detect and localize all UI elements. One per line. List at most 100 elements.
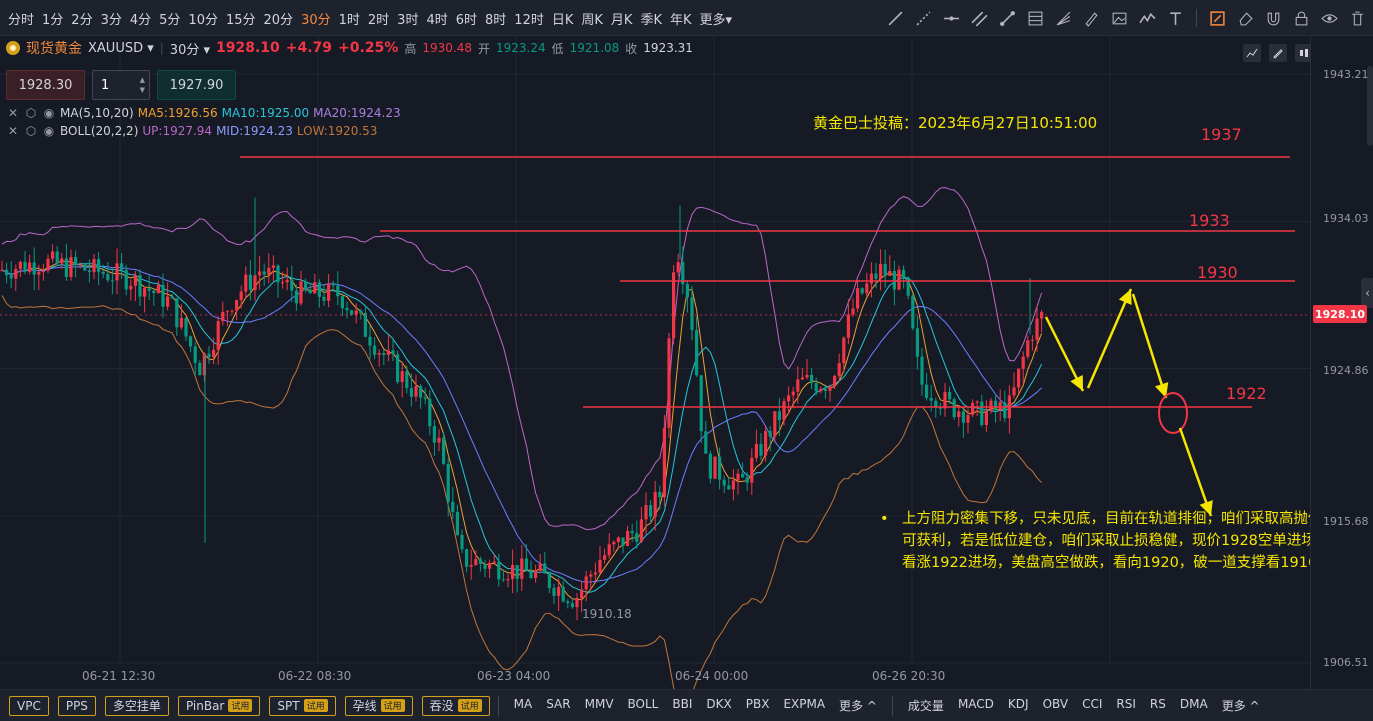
main-indicator-7[interactable]: EXPMA	[776, 697, 832, 714]
main-indicator-4[interactable]: BBI	[665, 697, 699, 714]
sub-indicator-8[interactable]: 更多 ^	[1215, 697, 1267, 714]
period-0[interactable]: 分时	[4, 9, 38, 28]
fan-icon[interactable]	[1054, 9, 1073, 28]
sub-indicator-3[interactable]: OBV	[1036, 697, 1076, 714]
eye-icon[interactable]: ◉	[42, 124, 56, 138]
chart-style-icon[interactable]	[1243, 44, 1261, 62]
signal-tag-3[interactable]: PinBar 试用	[177, 695, 261, 716]
magnet-icon[interactable]	[1264, 9, 1283, 28]
period-8[interactable]: 20分	[260, 9, 298, 28]
brush-icon[interactable]	[1082, 9, 1101, 28]
toolbar-divider	[1196, 9, 1197, 27]
close-icon[interactable]: ✕	[6, 124, 20, 138]
main-indicator-2[interactable]: MMV	[578, 697, 621, 714]
main-indicator-3[interactable]: BOLL	[621, 697, 666, 714]
sub-indicator-7[interactable]: DMA	[1173, 697, 1215, 714]
signal-tag-6[interactable]: 吞没 试用	[421, 695, 490, 716]
ray-line-icon[interactable]	[914, 9, 933, 28]
period-14[interactable]: 6时	[452, 9, 481, 28]
interval-selector[interactable]: 30分 ▾	[170, 39, 210, 58]
sub-indicator-5[interactable]: RSI	[1109, 697, 1143, 714]
sell-button[interactable]: 1928.30	[6, 70, 85, 100]
main-indicator-0[interactable]: MA	[507, 697, 540, 714]
forecast-arrow-3	[1131, 293, 1168, 399]
stepper-arrows-icon[interactable]: ▲ ▼	[140, 75, 145, 95]
period-16[interactable]: 12时	[510, 9, 548, 28]
signal-tag-4[interactable]: SPT 试用	[269, 695, 336, 716]
fibonacci-icon[interactable]	[1026, 9, 1045, 28]
main-indicator-6[interactable]: PBX	[739, 697, 777, 714]
candle-body	[731, 480, 735, 490]
period-3[interactable]: 3分	[97, 9, 126, 28]
text-tool-icon[interactable]	[1166, 9, 1185, 28]
sub-indicator-6[interactable]: RS	[1143, 697, 1173, 714]
trend-line-icon[interactable]	[886, 9, 905, 28]
eye-icon[interactable]: ◉	[42, 106, 56, 120]
candle-body	[529, 570, 533, 578]
period-6[interactable]: 10分	[184, 9, 222, 28]
period-19[interactable]: 月K	[607, 9, 637, 28]
main-indicator-5[interactable]: DKX	[699, 697, 738, 714]
period-5[interactable]: 5分	[155, 9, 184, 28]
price-axis[interactable]: 1943.21 1934.03 1924.86 1915.68 1906.51 …	[1310, 36, 1373, 689]
period-17[interactable]: 日K	[548, 9, 578, 28]
quantity-stepper[interactable]: 1 ▲ ▼	[92, 70, 150, 100]
visibility-icon[interactable]	[1320, 9, 1339, 28]
eraser-icon[interactable]	[1236, 9, 1255, 28]
main-indicator-1[interactable]: SAR	[539, 697, 577, 714]
period-7[interactable]: 15分	[222, 9, 260, 28]
period-12[interactable]: 3时	[393, 9, 422, 28]
close-icon[interactable]: ✕	[6, 106, 20, 120]
time-axis[interactable]: 06-21 12:30 06-22 08:30 06-23 04:00 06-2…	[0, 664, 1310, 688]
candle-body	[64, 258, 68, 277]
candle-body	[133, 275, 137, 286]
period-1[interactable]: 1分	[38, 9, 67, 28]
symbol-name[interactable]: 现货黄金	[26, 38, 82, 58]
signal-tag-2[interactable]: 多空挂单	[104, 695, 169, 716]
edit-drawing-icon[interactable]	[1208, 9, 1227, 28]
boll-indicator-name[interactable]: BOLL(20,2,2)	[60, 124, 138, 138]
period-4[interactable]: 4分	[126, 9, 155, 28]
period-20[interactable]: 季K	[636, 9, 666, 28]
segment-icon[interactable]	[998, 9, 1017, 28]
candle-body	[911, 295, 915, 329]
symbol-code[interactable]: XAUUSD ▾	[88, 41, 154, 56]
main-indicator-8[interactable]: 更多 ^	[832, 697, 884, 714]
pattern-icon[interactable]	[1138, 9, 1157, 28]
signal-tag-0[interactable]: VPC	[9, 695, 49, 716]
horizontal-line-icon[interactable]	[942, 9, 961, 28]
period-2[interactable]: 2分	[67, 9, 96, 28]
candle-body	[943, 392, 947, 409]
candle-body	[828, 386, 832, 391]
period-21[interactable]: 年K	[666, 9, 696, 28]
time-tick: 06-26 20:30	[872, 669, 946, 683]
period-10[interactable]: 1时	[335, 9, 364, 28]
sub-indicator-2[interactable]: KDJ	[1001, 697, 1036, 714]
pencil-icon[interactable]	[1269, 44, 1287, 62]
period-22[interactable]: 更多▾	[696, 9, 737, 28]
sub-indicator-0[interactable]: 成交量	[901, 697, 951, 714]
settings-icon[interactable]: ⬡	[24, 124, 38, 138]
collapse-panel-icon[interactable]: ‹	[1361, 278, 1373, 308]
ma-indicator-name[interactable]: MA(5,10,20)	[60, 106, 134, 120]
sub-indicator-4[interactable]: CCI	[1075, 697, 1109, 714]
parallel-channel-icon[interactable]	[970, 9, 989, 28]
signal-tag-5[interactable]: 孕线 试用	[344, 695, 413, 716]
signal-tag-1[interactable]: PPS	[57, 695, 96, 716]
period-9[interactable]: 30分	[297, 9, 335, 28]
candle-body	[492, 561, 496, 563]
delete-drawing-icon[interactable]	[1348, 9, 1367, 28]
period-15[interactable]: 8时	[481, 9, 510, 28]
settings-icon[interactable]: ⬡	[24, 106, 38, 120]
candle-body	[920, 356, 924, 385]
candles	[0, 197, 1044, 621]
boll-up-value: UP:1927.94	[142, 124, 213, 138]
period-18[interactable]: 周K	[577, 9, 607, 28]
lock-icon[interactable]	[1292, 9, 1311, 28]
sub-indicator-1[interactable]: MACD	[951, 697, 1001, 714]
image-icon[interactable]	[1110, 9, 1129, 28]
buy-button[interactable]: 1927.90	[157, 70, 236, 100]
period-11[interactable]: 2时	[364, 9, 393, 28]
period-13[interactable]: 4时	[422, 9, 451, 28]
current-price-tag: 1928.10	[1313, 305, 1367, 323]
